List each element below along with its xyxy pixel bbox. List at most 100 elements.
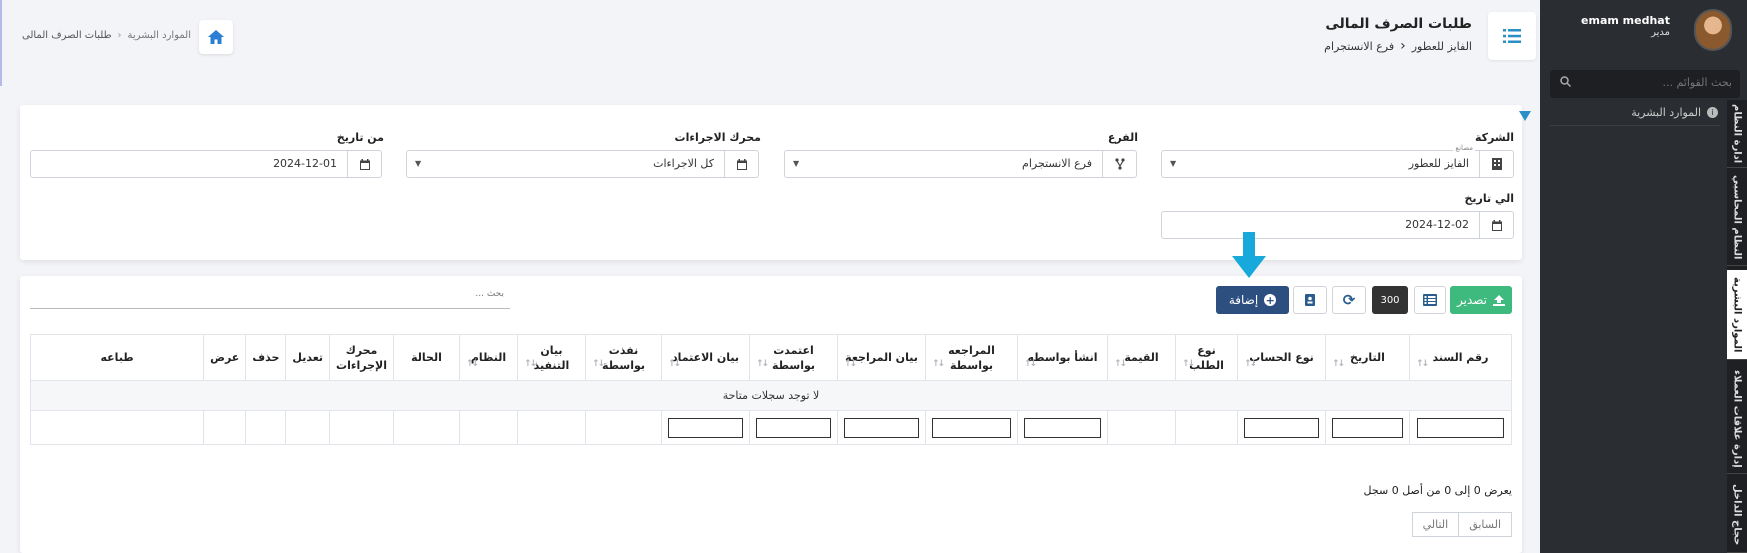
column-header[interactable]: القيمة ↓↑ (1107, 334, 1176, 381)
menu-toggle-button[interactable] (1488, 12, 1536, 60)
calendar-icon (1479, 212, 1513, 238)
breadcrumb-item-hr[interactable]: الموارد البشرية (128, 30, 191, 41)
add-label: إضافة (1228, 293, 1259, 307)
from-date-field[interactable]: 2024-12-01 (30, 150, 382, 178)
to-date-label: الي تاريخ (1464, 192, 1514, 205)
empty-message: لا توجد سجلات متاحة (30, 380, 1512, 411)
filter-input[interactable] (668, 417, 743, 438)
column-header[interactable]: بيان المراجعة ↓↑ (837, 334, 926, 381)
from-date-value: 2024-12-01 (273, 157, 337, 170)
search-input[interactable] (304, 289, 504, 299)
column-header: حذف (245, 334, 287, 381)
sort-icon: ↓↑ (756, 359, 769, 369)
export-button[interactable]: تصدير (1450, 286, 1512, 314)
branch-select[interactable]: فرع الانستجرام ▼ (784, 150, 1137, 178)
to-date-field[interactable]: 2024-12-02 (1161, 211, 1514, 239)
column-header[interactable]: رقم السند ↓↑ (1409, 334, 1512, 381)
list-icon (1503, 29, 1521, 43)
tab-human-resources[interactable]: الموارد البشرية (1727, 270, 1747, 360)
tab-crm[interactable]: إدارة علاقات العملاء (1727, 364, 1747, 474)
records-info: يعرض 0 إلى 0 من أصل 0 سجل (1363, 484, 1512, 497)
export-label: تصدير (1456, 293, 1487, 307)
home-icon (208, 30, 224, 44)
filter-input[interactable] (1024, 417, 1101, 438)
filter-input[interactable] (1417, 417, 1504, 438)
caret-down-icon: ▼ (1170, 159, 1177, 168)
filter-input[interactable] (1331, 417, 1404, 438)
engine-value: كل الاجراءات (653, 157, 714, 170)
records-table: رقم السند ↓↑ التاريخ ↓↑ نوع الحساب ↓↑ نوع ا… (29, 334, 1512, 445)
filter-input[interactable] (844, 417, 919, 438)
sort-icon: ↓↑ (1244, 359, 1257, 369)
branch-value: فرع الانستجرام (1022, 157, 1092, 170)
column-header[interactable]: النظام ↓↑ (459, 334, 518, 381)
upload-icon (1493, 294, 1505, 306)
main-area: الموارد البشرية ‹ طلبات الصرف المالى طلب… (0, 0, 1540, 553)
columns-button[interactable] (1414, 286, 1446, 314)
column-header[interactable]: نوع الحساب ↓↑ (1237, 334, 1326, 381)
branch-name: فرع الانستجرام (1324, 39, 1395, 53)
address-book-icon (1305, 294, 1315, 306)
column-header: الحالة (393, 334, 460, 381)
menu-search-input[interactable] (1584, 76, 1732, 89)
column-header[interactable]: المراجعه بواسطة ↓↑ (925, 334, 1018, 381)
company-hint: مصانع (1453, 144, 1475, 152)
next-page-button[interactable]: التالي (1411, 512, 1459, 537)
filter-input[interactable] (932, 417, 1011, 438)
avatar[interactable] (1694, 9, 1732, 51)
sort-icon: ↓↑ (1024, 359, 1037, 369)
caret-down-icon: ▼ (793, 159, 800, 168)
tab-system-admin[interactable]: ادارة النظام (1727, 100, 1747, 168)
filter-row (29, 410, 1512, 445)
plus-circle-icon: + (1264, 293, 1277, 307)
tab-accounting[interactable]: النظام المحاسبي (1727, 170, 1747, 266)
column-header[interactable]: نفذت بواسطة ↓↑ (585, 334, 662, 381)
report-button[interactable] (1293, 286, 1327, 314)
user-name: emam medhat (1581, 14, 1670, 27)
sort-icon: ↓↑ (524, 359, 537, 369)
prev-page-button[interactable]: السابق (1458, 512, 1512, 537)
engine-label: محرك الاجراءات (674, 131, 761, 144)
header-row: رقم السند ↓↑ التاريخ ↓↑ نوع الحساب ↓↑ نوع ا… (29, 334, 1512, 381)
column-header: طباعه (29, 334, 205, 381)
column-header[interactable]: بيان الاعتماد ↓↑ (661, 334, 750, 381)
search-icon (1560, 76, 1572, 90)
info-icon: i (1707, 107, 1718, 118)
home-button[interactable] (199, 20, 233, 54)
table-list-icon (1423, 294, 1437, 306)
branch-label: الفرع (1107, 131, 1138, 144)
column-header[interactable]: نوع الطلب ↓↑ (1175, 334, 1238, 381)
sort-icon: ↓↑ (1114, 359, 1127, 369)
column-header[interactable]: بيان التنفيذ ↓↑ (517, 334, 586, 381)
column-header: محرك الإجراءات (329, 334, 394, 381)
page-subtitle: الفايز للعطور ‹ فرع الانستجرام (1324, 38, 1472, 54)
tab-domestic-pilgrims[interactable]: حجاج الداخل (1727, 478, 1747, 553)
engine-select[interactable]: كل الاجراءات ▼ (406, 150, 759, 178)
building-icon (1479, 151, 1513, 177)
branch-icon (1102, 151, 1136, 177)
menu-item-hr[interactable]: الموارد البشرية i (1550, 100, 1720, 126)
sort-icon: ↓↑ (466, 359, 479, 369)
column-header: تعديل (285, 334, 331, 381)
company-select[interactable]: مصانع الفايز للعطور ▼ (1161, 144, 1514, 178)
sort-icon: ↓↑ (1332, 359, 1345, 369)
add-button[interactable]: إضافة + (1216, 286, 1289, 314)
column-header[interactable]: التاريخ ↓↑ (1325, 334, 1410, 381)
filter-toggle-icon[interactable] (1519, 111, 1531, 121)
refresh-button[interactable]: ⟳ (1332, 286, 1366, 314)
pagination: السابق التالي (1411, 512, 1512, 537)
column-header[interactable]: اعتمدت بواسطة ↓↑ (749, 334, 838, 381)
column-header[interactable]: انشأ بواسطه ↓↑ (1017, 334, 1108, 381)
filter-panel: الشركة مصانع الفايز للعطور ▼ الفرع فرع ا… (20, 105, 1531, 260)
sort-icon: ↓↑ (592, 359, 605, 369)
sort-icon: ↓↑ (932, 359, 945, 369)
sort-icon: ↓↑ (844, 359, 857, 369)
sort-icon: ↓↑ (1182, 359, 1195, 369)
page-size-button[interactable]: 300 (1372, 286, 1408, 314)
sort-icon: ↓↑ (668, 359, 681, 369)
column-header: عرض (203, 334, 247, 381)
sort-icon: ↓↑ (1416, 359, 1429, 369)
filter-input[interactable] (756, 417, 831, 438)
filter-input[interactable] (1244, 417, 1319, 438)
breadcrumb: الموارد البشرية ‹ طلبات الصرف المالى (22, 30, 191, 41)
